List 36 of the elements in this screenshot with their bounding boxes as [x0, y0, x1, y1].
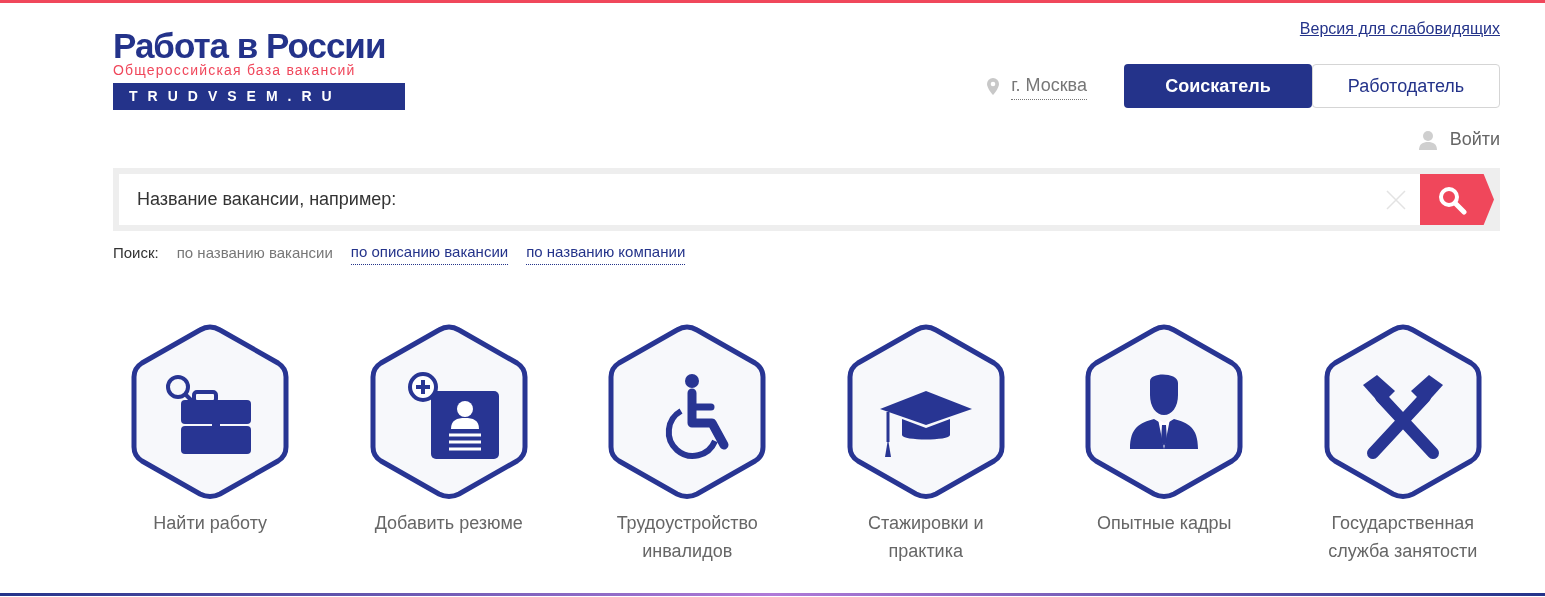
tile-label[interactable]: Государственная служба занятости	[1312, 508, 1493, 565]
hexagon-tile[interactable]	[1084, 322, 1245, 501]
login-link[interactable]: Войти	[1449, 126, 1500, 153]
hexagon-tile[interactable]	[130, 322, 291, 501]
search-mode-link[interactable]: по описанию вакансии	[350, 241, 509, 265]
add-profile-card-icon	[407, 371, 499, 459]
hexagon-tile[interactable]	[1322, 322, 1483, 501]
logo-domain: TRUDVSEM.RU	[113, 83, 405, 110]
tile-label[interactable]: Трудоустройство инвалидов	[597, 508, 778, 565]
tile-label[interactable]: Стажировки и практика	[835, 508, 1016, 565]
location-pin-icon	[987, 77, 1000, 95]
search-mode-link[interactable]: по названию вакансии	[176, 241, 333, 264]
logo-subtitle: Общероссийская база вакансий	[113, 63, 357, 77]
search-button[interactable]	[1420, 174, 1494, 225]
hexagon-tile[interactable]	[845, 322, 1006, 501]
role-tab[interactable]: Работодатель	[1312, 64, 1500, 108]
tile-label[interactable]: Добавить резюме	[358, 508, 539, 537]
tile-label[interactable]: Найти работу	[120, 508, 301, 537]
person-silhouette-icon	[1130, 374, 1199, 449]
tile-label[interactable]: Опытные кадры	[1074, 508, 1255, 537]
role-tab[interactable]: Соискатель	[1124, 64, 1312, 108]
search-field[interactable]: Название вакансии, например:	[119, 174, 1372, 225]
briefcase-search-icon	[166, 374, 252, 454]
clear-icon	[1386, 189, 1406, 210]
search-label: Поиск:	[113, 242, 159, 263]
accessibility-link[interactable]: Версия для слабовидящих	[1299, 17, 1500, 41]
hexagon-tile[interactable]	[368, 322, 529, 501]
user-icon	[1417, 129, 1438, 150]
city-link[interactable]: г. Москва	[1011, 72, 1087, 100]
logo-title: Работа в России	[113, 29, 387, 63]
search-icon	[1437, 184, 1467, 215]
graduation-cap-icon	[879, 390, 972, 457]
search-mode-link[interactable]: по названию компании	[526, 241, 686, 265]
wheelchair-icon	[666, 373, 729, 459]
hexagon-tile[interactable]	[607, 322, 768, 501]
crossed-hammers-icon	[1362, 374, 1443, 459]
